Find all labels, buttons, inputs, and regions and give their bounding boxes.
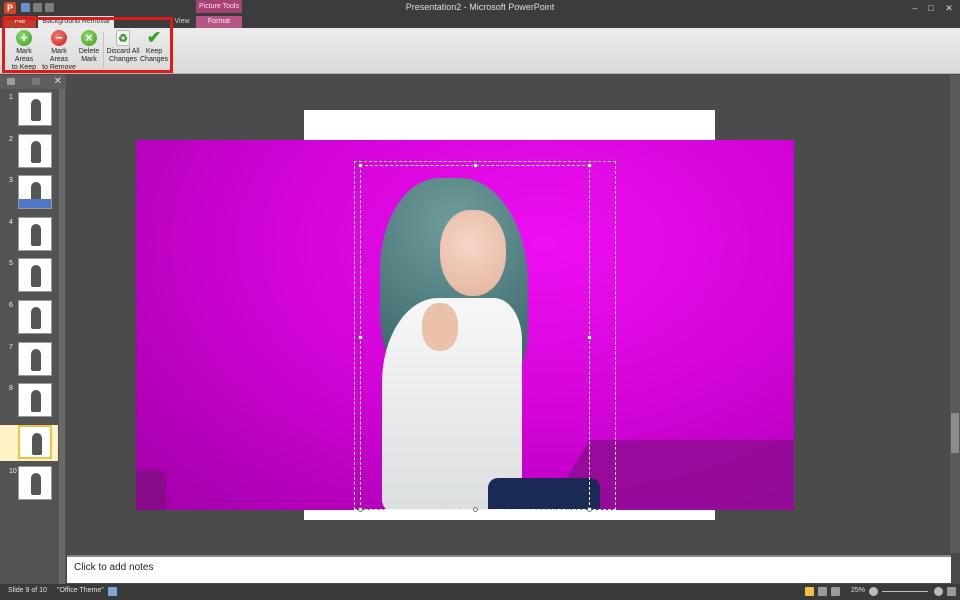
- slide-thumbnail-row[interactable]: 3: [0, 175, 58, 211]
- slide-thumbnail-row[interactable]: 6: [0, 300, 58, 336]
- spellcheck-icon[interactable]: [108, 587, 117, 596]
- slide-thumbnail[interactable]: [18, 216, 52, 251]
- slide-number: 3: [9, 177, 13, 185]
- resize-handle[interactable]: [358, 507, 363, 512]
- close-panel-icon[interactable]: ✕: [54, 76, 62, 87]
- scrollbar-thumb[interactable]: [951, 413, 959, 453]
- notes-pane[interactable]: Click to add notes: [67, 555, 951, 583]
- status-bar: Slide 9 of 10 "Office Theme" 25%: [0, 584, 960, 600]
- slide-number: 8: [9, 385, 13, 393]
- slide-thumbnail[interactable]: [18, 133, 52, 168]
- slide-thumbnail[interactable]: [18, 383, 52, 418]
- slide-number: 4: [9, 218, 13, 226]
- slide-number: 2: [9, 135, 13, 143]
- slide-thumbnail[interactable]: [18, 92, 52, 126]
- slide-thumbnail-row[interactable]: 5: [0, 258, 58, 294]
- slide-thumbnail-row[interactable]: 7: [0, 341, 58, 378]
- slide-thumbnail[interactable]: [18, 258, 52, 293]
- zoom-out-icon[interactable]: [869, 587, 878, 596]
- thumbnail-figure: [31, 223, 41, 246]
- notes-placeholder: Click to add notes: [74, 562, 154, 573]
- slide-thumbnail[interactable]: [18, 175, 52, 210]
- slide-number: 7: [9, 343, 13, 351]
- normal-view-icon[interactable]: [805, 587, 814, 596]
- slides-panel-scrollbar[interactable]: [59, 89, 65, 585]
- minimize-icon[interactable]: –: [910, 3, 920, 13]
- title-bar: P Presentation2 - Microsoft PowerPoint P…: [0, 0, 960, 16]
- slide-number: 1: [9, 94, 13, 101]
- ribbon-highlight-box: [2, 17, 173, 73]
- thumbnail-figure: [31, 473, 41, 496]
- slide-number: 10: [9, 468, 17, 476]
- resize-handle[interactable]: [473, 163, 478, 168]
- slide-thumbnail[interactable]: [18, 424, 52, 459]
- slide-number: 9: [9, 426, 13, 434]
- chair-shape: [136, 470, 166, 510]
- resize-handle[interactable]: [473, 507, 478, 512]
- slide-thumbnail-row[interactable]: 1: [0, 92, 58, 128]
- zoom-slider[interactable]: [882, 591, 928, 592]
- window-title: Presentation2 - Microsoft PowerPoint: [405, 2, 555, 12]
- slide-thumbnail[interactable]: [18, 466, 52, 501]
- resize-handle[interactable]: [587, 163, 592, 168]
- thumbnail-figure: [31, 265, 41, 288]
- thumbnail-figure: [31, 390, 41, 413]
- slide-counter: Slide 9 of 10: [8, 587, 47, 594]
- fit-to-window-icon[interactable]: [947, 587, 956, 596]
- keep-area-marquee[interactable]: [360, 165, 590, 510]
- slide-number: 5: [9, 260, 13, 268]
- thumbnail-figure: [31, 99, 41, 121]
- zoom-level[interactable]: 25%: [851, 587, 865, 594]
- tab-format[interactable]: Format: [196, 16, 242, 28]
- maximize-icon[interactable]: □: [926, 3, 936, 13]
- slide-thumbnail-row[interactable]: 8: [0, 383, 58, 419]
- editor-vertical-scrollbar[interactable]: [950, 75, 960, 553]
- slide-sorter-icon[interactable]: [818, 587, 827, 596]
- resize-handle[interactable]: [358, 335, 363, 340]
- resize-handle[interactable]: [358, 163, 363, 168]
- resize-handle[interactable]: [587, 335, 592, 340]
- slide-thumbnail-row[interactable]: 10: [0, 466, 58, 502]
- slide-number: 6: [9, 302, 13, 309]
- thumbnail-figure: [31, 140, 41, 163]
- outline-tab-icon[interactable]: [32, 78, 40, 85]
- close-icon[interactable]: ✕: [944, 3, 954, 13]
- thumbnail-figure: [31, 307, 41, 329]
- slide-thumbnail-row[interactable]: 4: [0, 216, 58, 253]
- thumbnail-color-bar: [19, 199, 51, 209]
- reading-view-icon[interactable]: [831, 587, 840, 596]
- panel-tabs: ✕: [0, 75, 66, 89]
- resize-handle[interactable]: [587, 507, 592, 512]
- picture-tools-group-label: Picture Tools: [196, 0, 242, 13]
- slide-thumbnail-row[interactable]: 2: [0, 133, 58, 170]
- slides-panel: ✕ 1 2 3 4 5 6 7 8 9 10: [0, 75, 66, 585]
- slides-tab-icon[interactable]: [7, 78, 15, 85]
- slide-thumbnail[interactable]: [18, 300, 52, 334]
- slide-thumbnail-row[interactable]: 9: [0, 424, 58, 461]
- tab-view[interactable]: View: [172, 16, 192, 28]
- thumbnail-figure: [32, 432, 42, 455]
- thumbnail-figure: [31, 348, 41, 371]
- zoom-in-icon[interactable]: [934, 587, 943, 596]
- theme-name[interactable]: "Office Theme": [57, 587, 104, 594]
- slide-thumbnail[interactable]: [18, 341, 52, 376]
